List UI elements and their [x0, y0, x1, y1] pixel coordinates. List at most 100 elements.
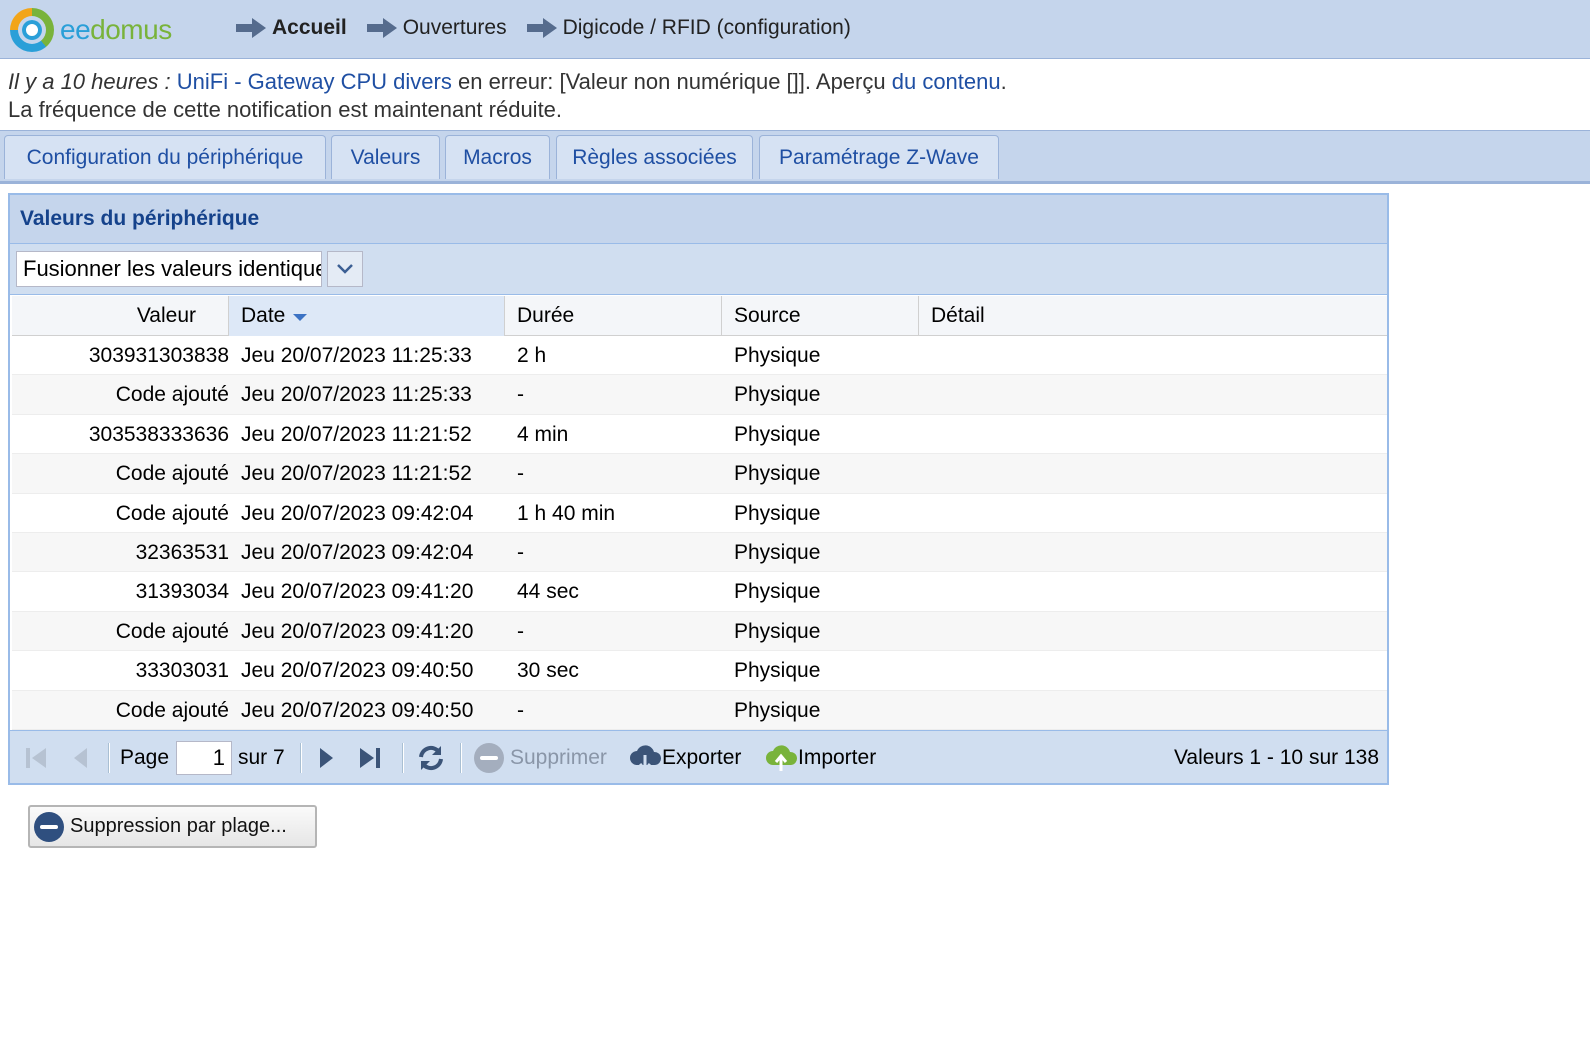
delete-button[interactable]: Supprimer [474, 731, 607, 784]
tab-rules[interactable]: Règles associées [556, 135, 753, 179]
cell-date: Jeu 20/07/2023 11:21:52 [241, 462, 472, 486]
cell-source: Physique [734, 422, 821, 446]
breadcrumb-home[interactable]: Accueil [236, 16, 347, 40]
grid-body: 303931303838 Jeu 20/07/2023 11:25:33 2 h Ph… [12, 336, 1387, 730]
breadcrumb: Accueil Ouvertures Digicode / RFID (conf… [236, 16, 871, 40]
cell-date: Jeu 20/07/2023 11:25:33 [241, 383, 472, 407]
table-row[interactable]: 32363531 Jeu 20/07/2023 09:42:04 - Physique [12, 532, 1387, 573]
cloud-download-icon [630, 744, 662, 772]
table-row[interactable]: Code ajouté Jeu 20/07/2023 09:42:04 1 h 40… [12, 494, 1387, 533]
table-row[interactable]: Code ajouté Jeu 20/07/2023 09:41:20 - Physi… [12, 611, 1387, 652]
minus-circle-icon [34, 811, 64, 842]
last-page-button[interactable] [358, 731, 382, 784]
cell-date: Jeu 20/07/2023 09:40:50 [241, 698, 474, 722]
breadcrumb-openings[interactable]: Ouvertures [366, 16, 507, 40]
eedomus-logo[interactable]: eedomus [10, 8, 172, 52]
cell-source: Physique [734, 659, 821, 683]
breadcrumb-label: Digicode / RFID (configuration) [562, 16, 851, 39]
cell-value: Code ajouté [115, 698, 229, 722]
cell-duration: 2 h [517, 344, 547, 367]
breadcrumb-label: Ouvertures [402, 16, 507, 39]
notification-time: Il y a 10 heures : [8, 69, 171, 94]
sort-desc-icon [293, 313, 308, 321]
arrow-right-icon [236, 18, 266, 38]
tab-macros[interactable]: Macros [445, 135, 550, 179]
notification-device-link[interactable]: UniFi - Gateway CPU divers [177, 69, 452, 94]
pagination-toolbar: Page 1 sur 7 Supprimer Exporter Importer… [10, 730, 1387, 783]
cell-duration: 44 sec [517, 580, 579, 604]
cell-duration: - [517, 698, 524, 722]
chevron-down-icon [337, 264, 353, 274]
page-number-input[interactable]: 1 [176, 741, 232, 775]
cell-value: 303931303838 [88, 344, 229, 367]
export-button-label: Exporter [662, 745, 742, 769]
range-delete-label: Suppression par plage... [70, 815, 287, 837]
next-page-button[interactable] [317, 731, 335, 784]
notification-message: en erreur: [Valeur non numérique []]. Ap… [457, 69, 886, 94]
pagination-summary: Valeurs 1 - 10 sur 138 [1173, 745, 1379, 769]
column-header-duration[interactable]: Durée [505, 296, 722, 336]
cell-date: Jeu 20/07/2023 11:25:33 [241, 344, 472, 367]
cell-value: Code ajouté [115, 501, 229, 525]
import-button[interactable]: Importer [764, 731, 876, 784]
table-row[interactable]: 303931303838 Jeu 20/07/2023 11:25:33 2 h Ph… [12, 336, 1387, 376]
cell-date: Jeu 20/07/2023 09:40:50 [241, 659, 474, 683]
tab-values[interactable]: Valeurs [331, 135, 440, 179]
cell-value: 31393034 [135, 580, 229, 604]
cell-value: 303538333636 [88, 422, 229, 446]
cell-source: Physique [734, 540, 821, 564]
refresh-button[interactable] [414, 731, 448, 784]
cell-value: 33303031 [135, 659, 229, 683]
cell-value: Code ajouté [115, 383, 229, 407]
table-row[interactable]: 31393034 Jeu 20/07/2023 09:41:20 44 sec Phy… [12, 572, 1387, 612]
breadcrumb-label: Accueil [272, 16, 347, 39]
table-row[interactable]: 303538333636 Jeu 20/07/2023 11:21:52 4 min… [12, 415, 1387, 455]
tab-zwave-settings[interactable]: Paramétrage Z-Wave [759, 135, 999, 179]
column-header-date[interactable]: Date [229, 296, 505, 336]
range-delete-button[interactable]: Suppression par plage... [28, 805, 317, 848]
cell-date: Jeu 20/07/2023 09:41:20 [241, 580, 474, 604]
breadcrumb-current[interactable]: Digicode / RFID (configuration) [526, 16, 851, 40]
cell-duration: 4 min [517, 422, 569, 446]
column-header-value[interactable]: Valeur [12, 296, 229, 336]
notification: Il y a 10 heures : UniFi - Gateway CPU d… [8, 68, 1007, 124]
cell-source: Physique [734, 619, 821, 643]
cell-source: Physique [734, 698, 821, 722]
grid-header: Valeur Date Durée Source Détail [12, 296, 1387, 336]
cell-source: Physique [734, 462, 821, 486]
refresh-icon [419, 745, 443, 770]
notification-content-link[interactable]: du contenu [892, 69, 1001, 94]
cell-source: Physique [734, 501, 821, 525]
cell-duration: - [517, 383, 524, 407]
notification-line1: Il y a 10 heures : UniFi - Gateway CPU d… [8, 68, 1007, 96]
column-header-detail[interactable]: Détail [919, 296, 1387, 336]
cell-duration: 1 h 40 min [517, 501, 616, 525]
tab-device-config[interactable]: Configuration du périphérique [4, 135, 326, 179]
cell-duration: 30 sec [517, 659, 579, 683]
export-button[interactable]: Exporter [628, 731, 741, 784]
cell-source: Physique [734, 580, 821, 604]
panel-toolbar: Fusionner les valeurs identiques [10, 244, 1387, 295]
combo-dropdown-button[interactable] [327, 251, 363, 287]
cell-source: Physique [734, 344, 821, 367]
cell-date: Jeu 20/07/2023 09:41:20 [241, 619, 474, 643]
delete-button-label: Supprimer [510, 745, 607, 769]
cell-value: Code ajouté [115, 462, 229, 486]
last-page-icon [360, 747, 380, 768]
first-page-button[interactable] [24, 731, 48, 784]
table-row[interactable]: Code ajouté Jeu 20/07/2023 11:25:33 - Physi… [12, 375, 1387, 415]
column-header-source[interactable]: Source [722, 296, 919, 336]
prev-page-button[interactable] [72, 731, 90, 784]
arrow-right-icon [526, 18, 557, 38]
notification-line2: La fréquence de cette notification est m… [8, 97, 563, 122]
table-row[interactable]: 33303031 Jeu 20/07/2023 09:40:50 30 sec Phy… [12, 651, 1387, 691]
next-page-icon [320, 747, 333, 768]
logo-text-part1: ee [60, 14, 91, 45]
table-row[interactable]: Code ajouté Jeu 20/07/2023 09:40:50 - Physi… [12, 690, 1387, 730]
minus-circle-icon [474, 742, 504, 773]
cell-value: Code ajouté [115, 619, 229, 643]
table-row[interactable]: Code ajouté Jeu 20/07/2023 11:21:52 - Physi… [12, 454, 1387, 494]
merge-values-combo[interactable]: Fusionner les valeurs identiques [16, 251, 322, 287]
top-bar: eedomus Accueil Ouvertures Digicode / RF… [0, 0, 1590, 59]
logo-ring-icon [10, 8, 54, 52]
